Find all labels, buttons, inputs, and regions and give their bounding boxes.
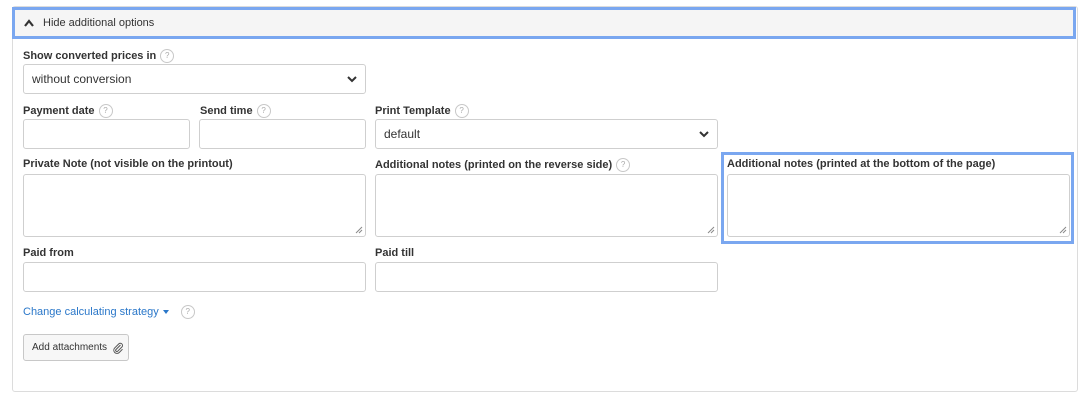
private-note-label: Private Note (not visible on the printou… [23,158,233,170]
chevron-up-icon [24,19,34,27]
paid-till-label: Paid till [375,247,414,259]
change-strategy-label: Change calculating strategy [23,306,159,318]
converted-prices-select[interactable]: without conversion [23,64,366,94]
paid-till-input[interactable] [375,262,718,292]
paperclip-icon [113,342,124,354]
help-icon[interactable]: ? [180,305,195,319]
hide-additional-options-toggle[interactable]: Hide additional options [12,7,1076,39]
send-time-label: Send time ? [200,104,271,118]
private-note-label-text: Private Note (not visible on the printou… [23,158,233,170]
converted-prices-label-text: Show converted prices in [23,50,157,62]
private-note-textarea[interactable] [23,174,366,237]
print-template-label-text: Print Template [375,105,451,117]
paid-from-input[interactable] [23,262,366,292]
notes-bottom-label: Additional notes (printed at the bottom … [727,158,995,170]
notes-bottom-label-text: Additional notes (printed at the bottom … [727,158,996,170]
notes-reverse-label-text: Additional notes (printed on the reverse… [375,159,613,171]
payment-date-input[interactable] [23,119,190,149]
help-icon[interactable]: ? [256,104,271,118]
resize-grip-icon[interactable] [1059,226,1067,234]
toggle-label: Hide additional options [43,17,155,29]
paid-till-label-text: Paid till [375,247,415,259]
help-icon[interactable]: ? [160,49,175,63]
payment-date-label: Payment date ? [23,104,113,118]
print-template-label: Print Template ? [375,104,469,118]
notes-reverse-label: Additional notes (printed on the reverse… [375,158,631,172]
converted-prices-value: without conversion [32,72,132,86]
chevron-down-icon [347,76,357,83]
help-icon[interactable]: ? [98,104,113,118]
chevron-down-icon [699,131,709,138]
payment-date-label-text: Payment date [23,105,95,117]
print-template-value: default [384,127,421,141]
converted-prices-label: Show converted prices in ? [23,49,175,63]
paid-from-label: Paid from [23,247,74,259]
send-time-input[interactable] [199,119,366,149]
caret-down-icon [162,310,169,314]
paid-from-label-text: Paid from [23,247,74,259]
help-icon[interactable]: ? [454,104,469,118]
send-time-label-text: Send time [200,105,253,117]
help-icon[interactable]: ? [616,158,631,172]
add-attachments-label: Add attachments [32,342,108,353]
print-template-select[interactable]: default [375,119,718,149]
notes-reverse-textarea[interactable] [375,174,718,237]
resize-grip-icon[interactable] [707,226,715,234]
resize-grip-icon[interactable] [355,226,363,234]
change-strategy-link[interactable]: Change calculating strategy ? [23,305,195,319]
notes-bottom-textarea[interactable] [727,174,1070,237]
add-attachments-button[interactable]: Add attachments [23,334,129,361]
